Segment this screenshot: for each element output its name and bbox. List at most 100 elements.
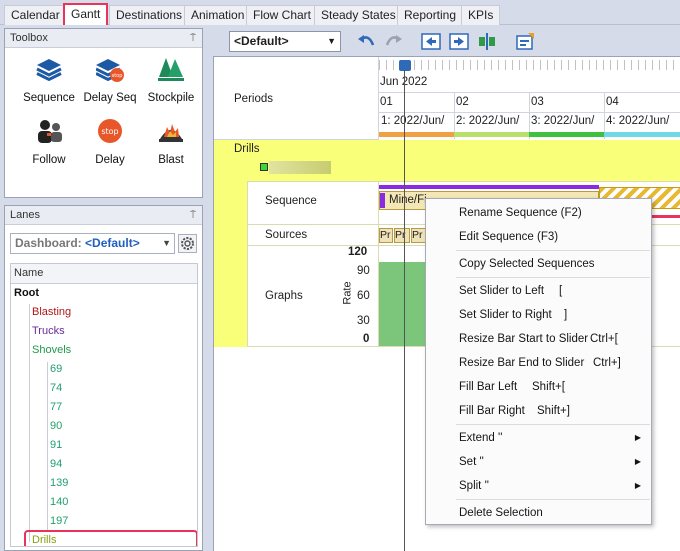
tree-node-shovel-197[interactable]: 197	[50, 512, 68, 530]
period-2-color	[454, 132, 529, 137]
lane-name-placeholder	[269, 161, 331, 174]
menu-set-slider-left[interactable]: Set Slider to Left[	[426, 280, 651, 302]
tree-node-shovel-77[interactable]: 77	[50, 398, 62, 416]
day-03: 03	[531, 96, 544, 108]
tool-delay-seq[interactable]: stop Delay Seq	[79, 55, 141, 104]
lane-expand-toggle[interactable]	[260, 163, 268, 171]
menu-rename-sequence[interactable]: Rename Sequence (F2)	[426, 202, 651, 224]
menu-fill-bar-left[interactable]: Fill Bar Left Shift+[	[426, 376, 651, 398]
export-button[interactable]	[514, 31, 536, 52]
y-tick-120: 120	[348, 246, 368, 258]
y-tick-0: 0	[363, 333, 370, 345]
pin-icon[interactable]: ⍑	[190, 207, 196, 225]
tool-follow[interactable]: Follow	[18, 117, 80, 166]
arrow-right-box-icon	[449, 33, 469, 50]
tool-delay[interactable]: stop Delay	[79, 117, 141, 166]
toolbox-header: Toolbox ⍑	[5, 29, 202, 48]
tool-blast[interactable]: Blast	[140, 117, 202, 166]
tool-label: Stockpile	[147, 92, 195, 104]
day-04: 04	[606, 96, 619, 108]
dashboard-value: <Default>	[85, 236, 140, 250]
blast-icon	[159, 124, 183, 142]
stockpile-icon	[158, 58, 184, 81]
split-bar-button[interactable]	[476, 31, 498, 52]
move-left-button[interactable]	[420, 31, 442, 52]
period-1-color	[379, 132, 454, 137]
time-slider-line[interactable]	[404, 70, 405, 551]
y-tick-90: 90	[357, 265, 370, 277]
tab-gantt[interactable]: Gantt	[63, 3, 109, 25]
sequence-bar-label: Mine/Fi	[389, 194, 427, 206]
undo-button[interactable]	[355, 31, 377, 52]
stop-sign-icon: stop	[98, 119, 122, 143]
timeline-ruler	[379, 60, 680, 70]
tab-destinations[interactable]: Destinations	[109, 5, 190, 25]
menu-set-slider-right[interactable]: Set Slider to Right]	[426, 304, 651, 326]
menu-edit-sequence[interactable]: Edit Sequence (F3)	[426, 226, 651, 248]
menu-delete-selection[interactable]: Delete Selection	[426, 502, 651, 524]
tab-calendar[interactable]: Calendar	[4, 5, 67, 25]
tree-node-drills[interactable]: Drills	[32, 531, 56, 546]
tab-reporting[interactable]: Reporting	[397, 5, 464, 25]
tree-node-shovel-91[interactable]: 91	[50, 436, 62, 454]
y-tick-30: 30	[357, 315, 370, 327]
day-02: 02	[456, 96, 469, 108]
redo-button[interactable]	[383, 31, 405, 52]
pin-icon[interactable]: ⍑	[190, 30, 196, 48]
lanes-header: Lanes ⍑	[5, 206, 202, 225]
tree-node-shovel-69[interactable]: 69	[50, 360, 62, 378]
toolbox-title: Toolbox	[10, 32, 48, 44]
lanes-panel: Lanes ⍑ Dashboard: <Default> ▼ Name Root…	[4, 205, 203, 551]
tab-steady-states[interactable]: Steady States	[314, 5, 403, 25]
menu-fill-bar-right[interactable]: Fill Bar Right Shift+]	[426, 400, 651, 422]
tool-stockpile[interactable]: Stockpile	[140, 55, 202, 104]
dashboard-select[interactable]: Dashboard: <Default> ▼	[10, 233, 175, 254]
period-3-color	[529, 132, 604, 137]
tree-node-shovels[interactable]: Shovels	[32, 341, 71, 359]
tree-column-header[interactable]: Name	[11, 264, 197, 284]
tool-label: Delay Seq	[83, 92, 137, 104]
lanes-tree: Name Root Blasting Trucks Shovels 69 74 …	[10, 263, 198, 547]
tree-node-shovel-74[interactable]: 74	[50, 379, 62, 397]
period-4-label: 4: 2022/Jun/	[606, 115, 670, 127]
follow-people-icon	[38, 120, 62, 143]
menu-set[interactable]: Set '' ▶	[426, 451, 651, 473]
menu-resize-bar-start[interactable]: Resize Bar Start to Slider Ctrl+[	[426, 328, 651, 350]
tree-node-shovel-140[interactable]: 140	[50, 493, 68, 511]
stop-text: stop	[112, 73, 123, 79]
stack-stop-icon: stop	[95, 59, 124, 82]
tab-kpis[interactable]: KPIs	[461, 5, 501, 25]
tab-flow-chart[interactable]: Flow Chart	[246, 5, 319, 25]
move-right-button[interactable]	[448, 31, 470, 52]
source-chip[interactable]: Pr	[379, 228, 393, 243]
menu-extend[interactable]: Extend '' ▶	[426, 427, 651, 449]
context-menu: Rename Sequence (F2) Edit Sequence (F3) …	[425, 198, 652, 525]
tree-node-trucks[interactable]: Trucks	[32, 322, 65, 340]
period-3-label: 3: 2022/Jun/	[531, 115, 595, 127]
tree-node-shovel-90[interactable]: 90	[50, 417, 62, 435]
tool-label: Follow	[32, 154, 66, 166]
export-icon	[516, 33, 534, 50]
layout-select[interactable]: <Default> ▼	[229, 31, 341, 52]
redo-icon	[385, 35, 402, 46]
source-chip[interactable]: Pr	[394, 228, 410, 243]
tree-node-root[interactable]: Root	[14, 284, 39, 302]
tree-node-shovel-94[interactable]: 94	[50, 455, 62, 473]
drills-lane-label: Drills	[234, 143, 260, 155]
dashboard-settings-button[interactable]	[178, 234, 197, 253]
menu-resize-bar-end[interactable]: Resize Bar End to Slider Ctrl+]	[426, 352, 651, 374]
menu-split[interactable]: Split '' ▶	[426, 475, 651, 497]
graph-area-fill	[379, 262, 427, 346]
sequence-label: Sequence	[265, 195, 317, 207]
menu-copy-selected-sequences[interactable]: Copy Selected Sequences	[426, 253, 651, 275]
tree-node-blasting[interactable]: Blasting	[32, 303, 71, 321]
tree-node-shovel-139[interactable]: 139	[50, 474, 68, 492]
lanes-title: Lanes	[10, 209, 40, 221]
time-slider-handle[interactable]	[399, 60, 411, 71]
period-2-label: 2: 2022/Jun/	[456, 115, 520, 127]
tool-sequence[interactable]: Sequence	[18, 55, 80, 104]
tab-animation[interactable]: Animation	[184, 5, 252, 25]
submenu-arrow-icon: ▶	[634, 433, 641, 442]
split-icon	[479, 33, 495, 50]
stack-layers-icon	[36, 59, 62, 82]
